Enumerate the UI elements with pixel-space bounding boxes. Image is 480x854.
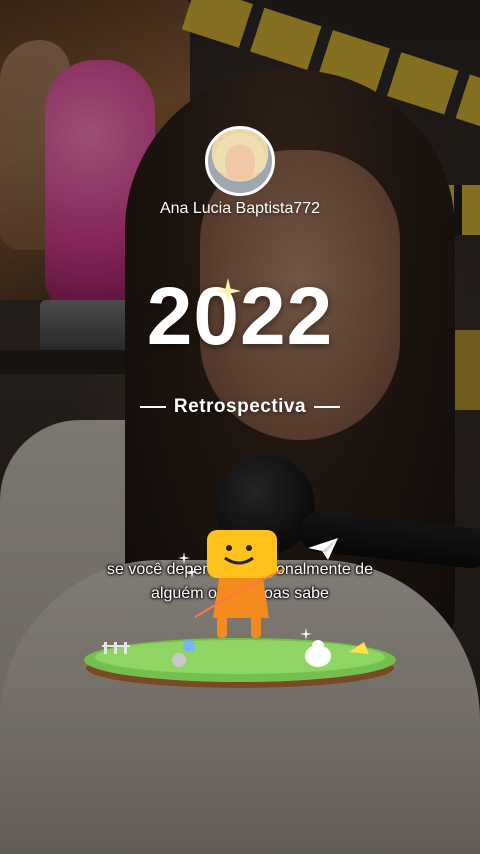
divider-line-left [139, 406, 166, 408]
profile-username[interactable]: Ana Lucia Baptista772 [0, 200, 480, 218]
profile-avatar[interactable] [205, 126, 275, 196]
divider-line-right [314, 406, 341, 408]
recap-label-row: Retrospectiva [0, 396, 480, 418]
recap-label: Retrospectiva [173, 396, 307, 417]
sparkle-icon [178, 552, 190, 564]
character-illustration [195, 530, 285, 638]
avatar-face [225, 145, 255, 181]
sparkle-icon [186, 566, 198, 578]
sparkle-icon [215, 278, 241, 304]
sparkle-icon [300, 628, 312, 640]
paper-plane-icon [308, 538, 338, 560]
